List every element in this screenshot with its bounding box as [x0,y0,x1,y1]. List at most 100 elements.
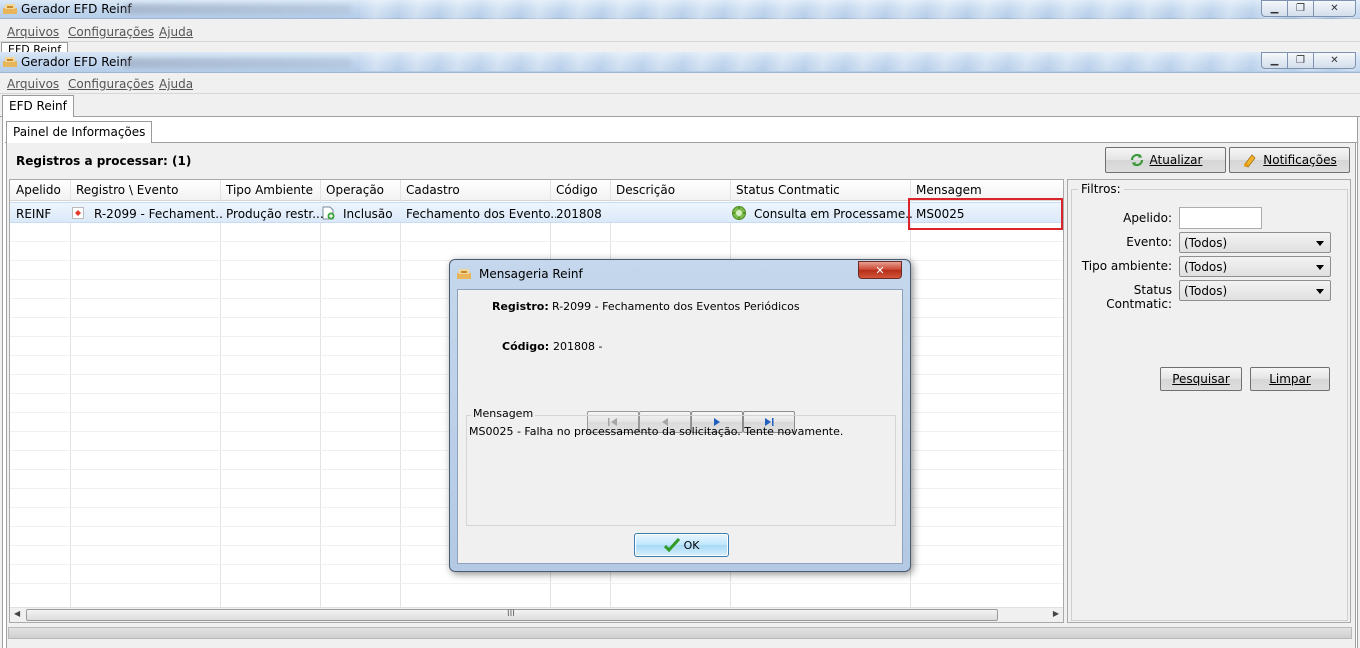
notificacoes-button[interactable]: Notificações [1229,147,1350,173]
document-add-icon [322,206,335,220]
window-title: Gerador EFD Reinf [21,55,132,69]
filters-group [1071,189,1348,621]
mensageria-dialog: Mensageria Reinf ✕ Registro: R-2099 - Fe… [449,259,911,572]
evento-label: Evento: [1126,235,1172,249]
app-icon [3,57,17,67]
col-tipo-ambiente[interactable]: Tipo Ambiente [226,183,313,197]
evento-value: (Todos) [1184,236,1228,250]
registro-value: R-2099 - Fechamento dos Eventos Periódic… [552,300,800,313]
status-contmatic-label: Status Contmatic: [1106,283,1172,311]
event-icon [72,207,84,219]
blurred-title-info [122,58,352,68]
tipo-value: (Todos) [1184,260,1228,274]
col-operacao[interactable]: Operação [326,183,384,197]
pesquisar-button[interactable]: Pesquisar [1160,367,1242,391]
apelido-input[interactable] [1179,207,1262,229]
col-apelido[interactable]: Apelido [16,183,61,197]
grid-line [10,583,1063,584]
refresh-icon [1130,153,1143,167]
cell-cadastro: Fechamento dos Evento... [406,207,556,221]
col-codigo[interactable]: Código [556,183,598,197]
tipo-ambiente-select[interactable]: (Todos) [1179,256,1331,277]
menu-arquivos[interactable]: Arquivos [7,25,59,39]
close-icon[interactable]: ✕ [1313,0,1356,17]
outer-titlebar: Gerador EFD Reinf ▁ ❐ ✕ [0,0,1360,19]
cell-tipo: Produção restr... [226,207,324,221]
dialog-body: Registro: R-2099 - Fechamento dos Evento… [457,289,903,564]
window-buttons: ▁ ❐ ✕ [1261,52,1356,70]
menu-configuracoes[interactable]: Configurações [68,77,154,91]
grid-line [10,241,1063,242]
table-row[interactable]: REINF R-2099 - Fechament... Produção res… [10,202,1063,223]
col-cadastro[interactable]: Cadastro [406,183,460,197]
horizontal-scrollbar[interactable]: ◀ III ▶ [10,607,1063,622]
titlebar: Gerador EFD Reinf ▁ ❐ ✕ [0,52,1360,73]
registro-label: Registro: [492,300,549,313]
menu-ajuda[interactable]: Ajuda [159,77,193,91]
col-mensagem[interactable]: Mensagem [916,183,982,197]
cell-registro: R-2099 - Fechament... [94,207,224,221]
filters-title: Filtros: [1078,182,1124,196]
scroll-thumb[interactable]: III [26,609,998,621]
highlight-box [908,198,1063,230]
titlebar-glass [360,0,1360,19]
ok-label: OK [683,538,700,552]
cell-codigo: 201808 [556,207,602,221]
mensagem-label: Mensagem [471,407,536,420]
limpar-button[interactable]: Limpar [1250,367,1330,391]
outer-menubar: Arquivos Configurações Ajuda [0,22,1360,42]
codigo-value: 201808 - [553,340,603,353]
processing-icon [732,206,746,220]
cell-apelido: REINF [16,207,52,221]
limpar-label: Limpar [1269,372,1311,386]
chevron-down-icon [1316,289,1324,294]
outer-window-title: Gerador EFD Reinf [21,2,132,16]
tab-painel-informacoes[interactable]: Painel de Informações [6,121,153,143]
chevron-down-icon [1316,265,1324,270]
close-icon[interactable]: ✕ [1313,52,1356,69]
titlebar-glass [360,52,1360,71]
menu-configuracoes[interactable]: Configurações [68,25,154,39]
minimize-icon[interactable]: ▁ [1261,52,1288,69]
status-value: (Todos) [1184,284,1228,298]
apelido-label: Apelido: [1123,211,1172,225]
grid-header: Apelido Registro \ Evento Tipo Ambiente … [10,180,1063,201]
bell-icon [1244,154,1256,168]
ok-button[interactable]: OK [634,533,729,557]
status-bar [8,627,1352,639]
cell-status: Consulta em Processame... [754,207,914,221]
pesquisar-label: Pesquisar [1172,372,1230,386]
col-descricao[interactable]: Descrição [616,183,675,197]
dialog-close-icon[interactable]: ✕ [858,261,902,279]
scroll-left-icon[interactable]: ◀ [14,609,20,618]
dialog-title: Mensageria Reinf [479,267,583,281]
app-icon [457,269,471,279]
col-divider [320,180,321,608]
atualizar-button[interactable]: Atualizar [1105,147,1226,173]
col-divider [220,180,221,608]
evento-select[interactable]: (Todos) [1179,232,1331,253]
tipo-ambiente-label: Tipo ambiente: [1081,259,1172,273]
col-divider [70,180,71,608]
restore-icon[interactable]: ❐ [1287,52,1314,69]
menu-ajuda[interactable]: Ajuda [159,25,193,39]
menubar: Arquivos Configurações Ajuda [0,74,1360,94]
outer-window-buttons: ▁ ❐ ✕ [1261,0,1356,18]
atualizar-label: Atualizar [1149,153,1203,167]
col-status[interactable]: Status Contmatic [736,183,840,197]
mensagem-text: MS0025 - Falha no processamento da solic… [469,425,844,438]
blurred-title-info [122,4,352,14]
minimize-icon[interactable]: ▁ [1261,0,1288,17]
status-contmatic-select[interactable]: (Todos) [1179,280,1331,301]
col-registro[interactable]: Registro \ Evento [76,183,179,197]
app-icon [3,4,17,14]
cell-operacao: Inclusão [343,207,393,221]
chevron-down-icon [1316,241,1324,246]
scroll-right-icon[interactable]: ▶ [1053,609,1059,618]
menu-arquivos[interactable]: Arquivos [7,77,59,91]
checkmark-icon [663,538,680,552]
codigo-label: Código: [502,340,550,353]
notificacoes-label: Notificações [1263,153,1337,167]
tab-efd-reinf[interactable]: EFD Reinf [2,95,74,117]
restore-icon[interactable]: ❐ [1287,0,1314,17]
